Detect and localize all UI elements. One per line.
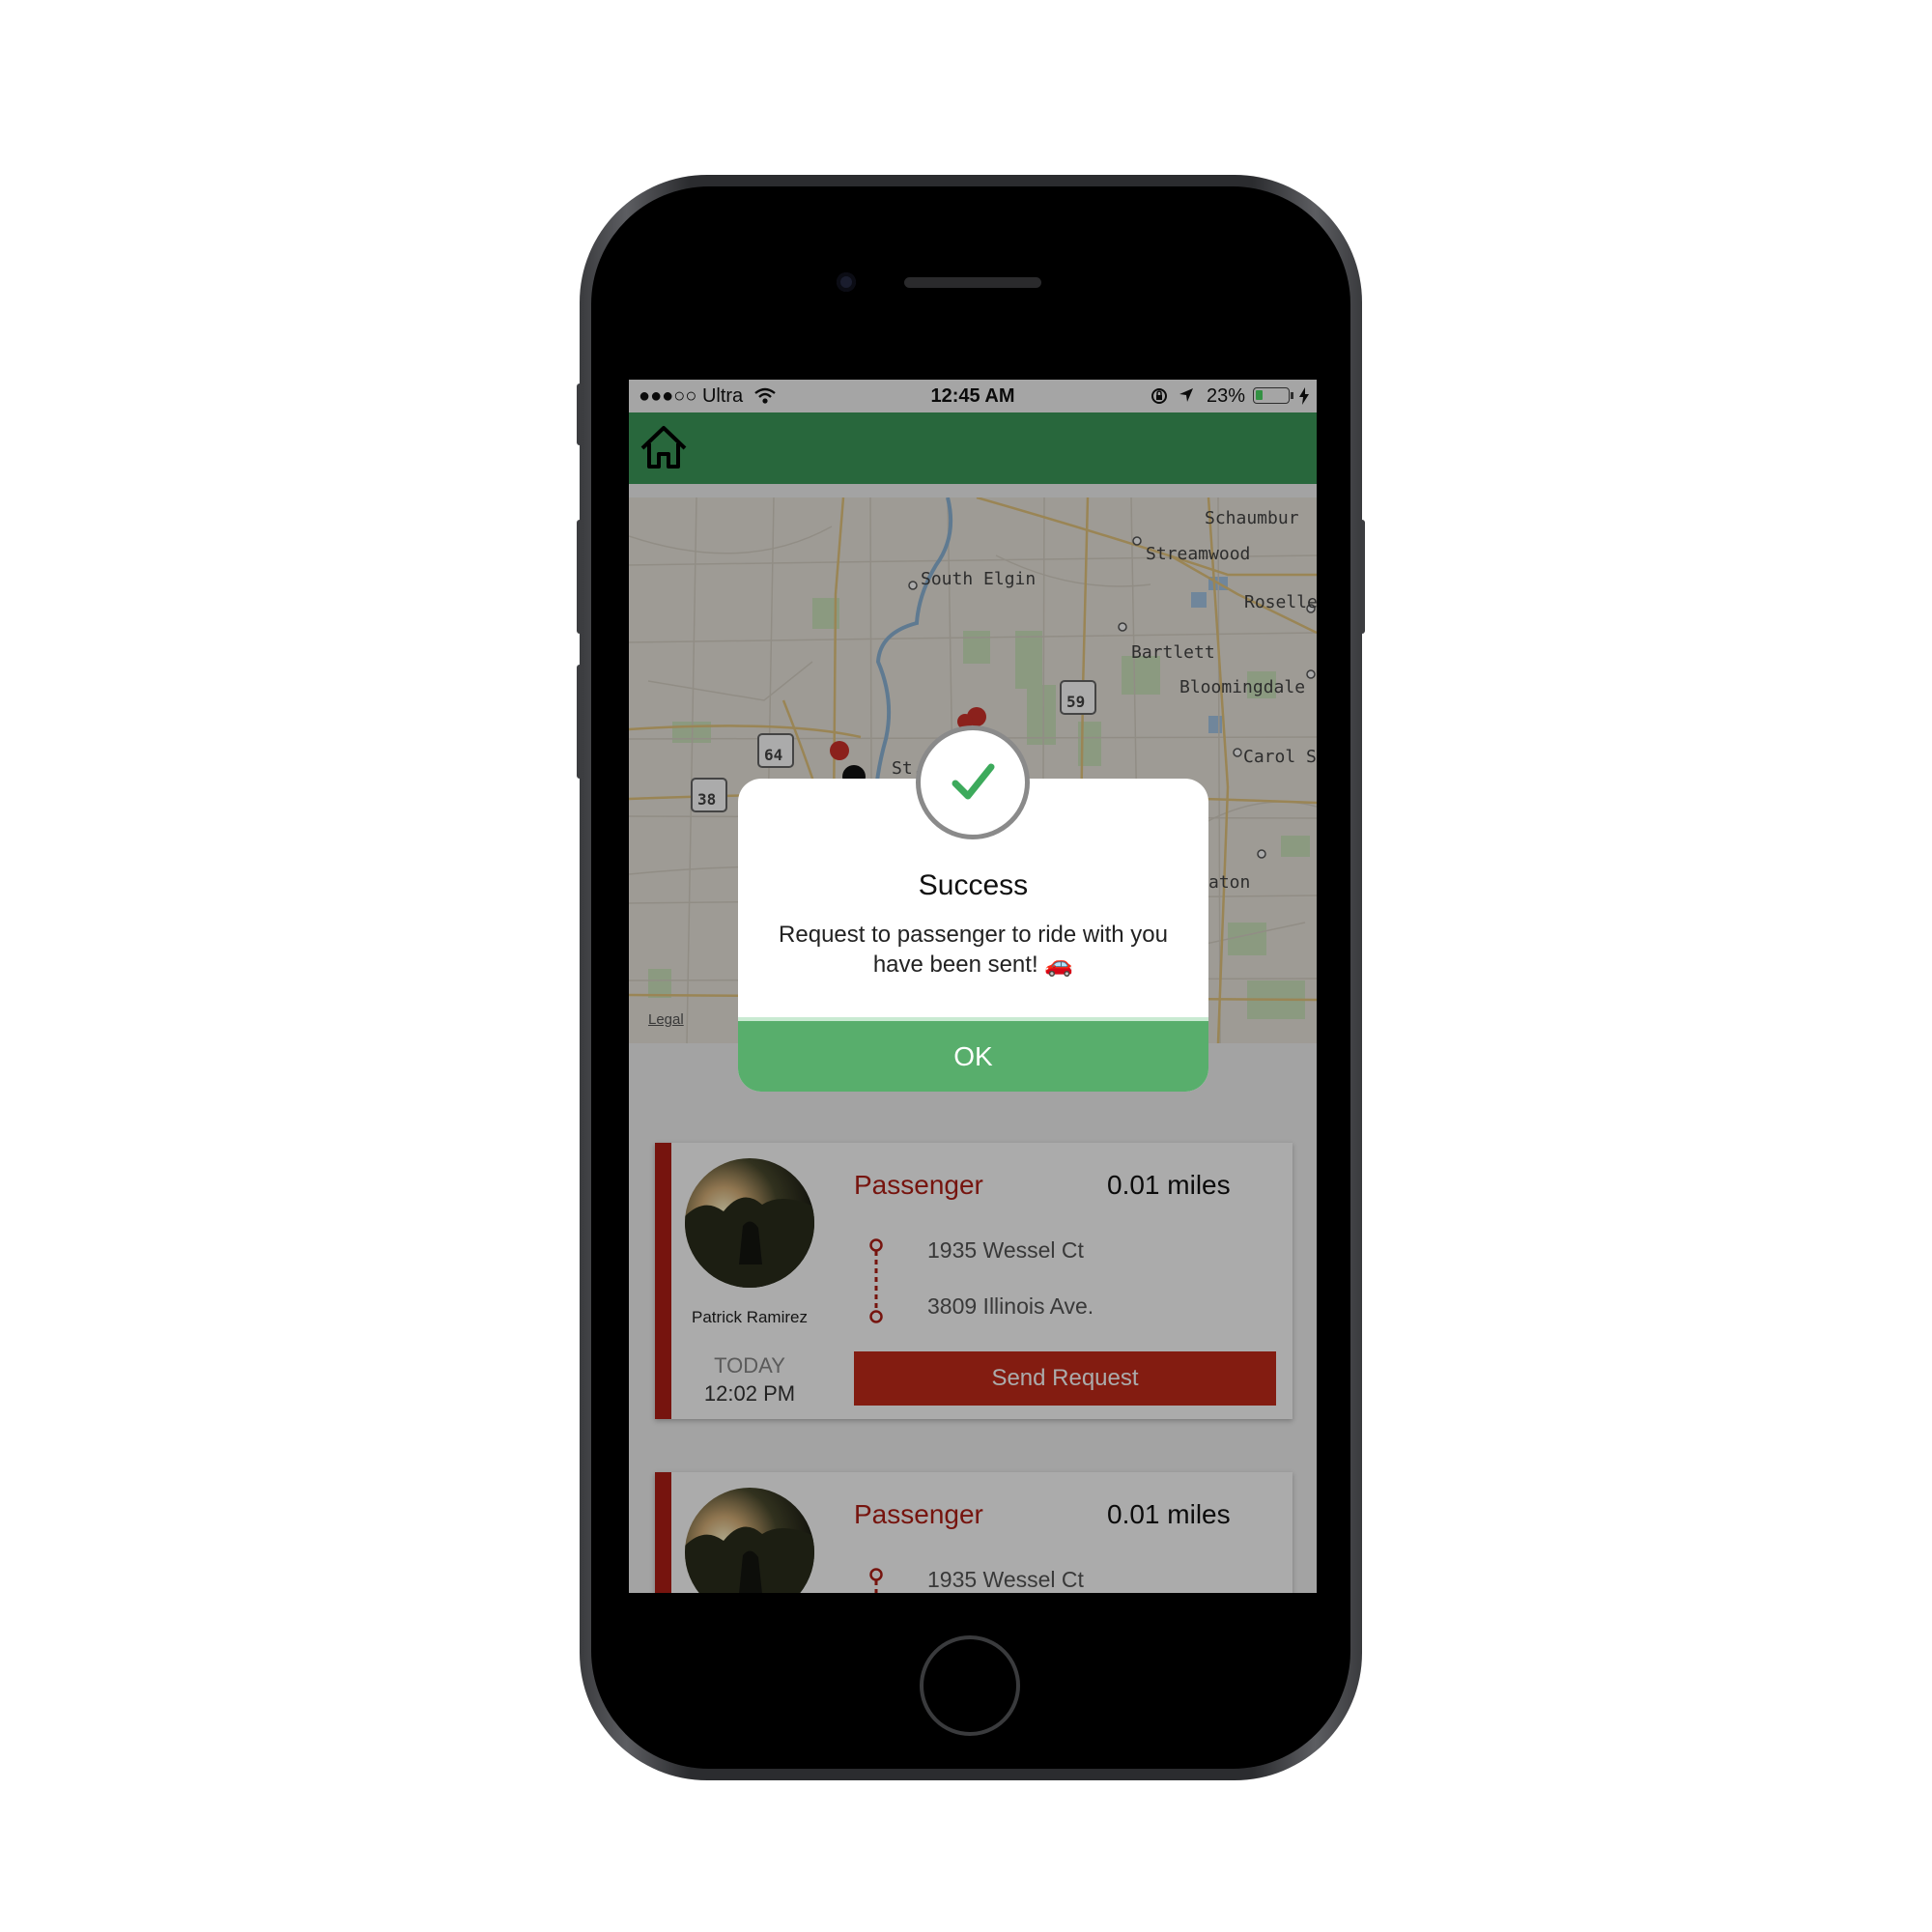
app-screen: ●●●○○ Ultra 12:45 AM 23% Schaumbur Strea… [629, 380, 1317, 1593]
power-button [1359, 520, 1365, 634]
ok-button[interactable]: OK [738, 1017, 1208, 1092]
home-button[interactable] [920, 1635, 1020, 1736]
dialog-message: Request to passenger to ride with you ha… [779, 922, 1168, 978]
success-badge [916, 725, 1030, 839]
dialog-title: Success [918, 869, 1029, 901]
mute-switch [577, 384, 582, 445]
volume-down-button [577, 665, 582, 779]
earpiece-speaker [904, 277, 1041, 288]
check-icon [952, 763, 995, 800]
volume-up-button [577, 520, 582, 634]
front-camera [837, 272, 856, 292]
